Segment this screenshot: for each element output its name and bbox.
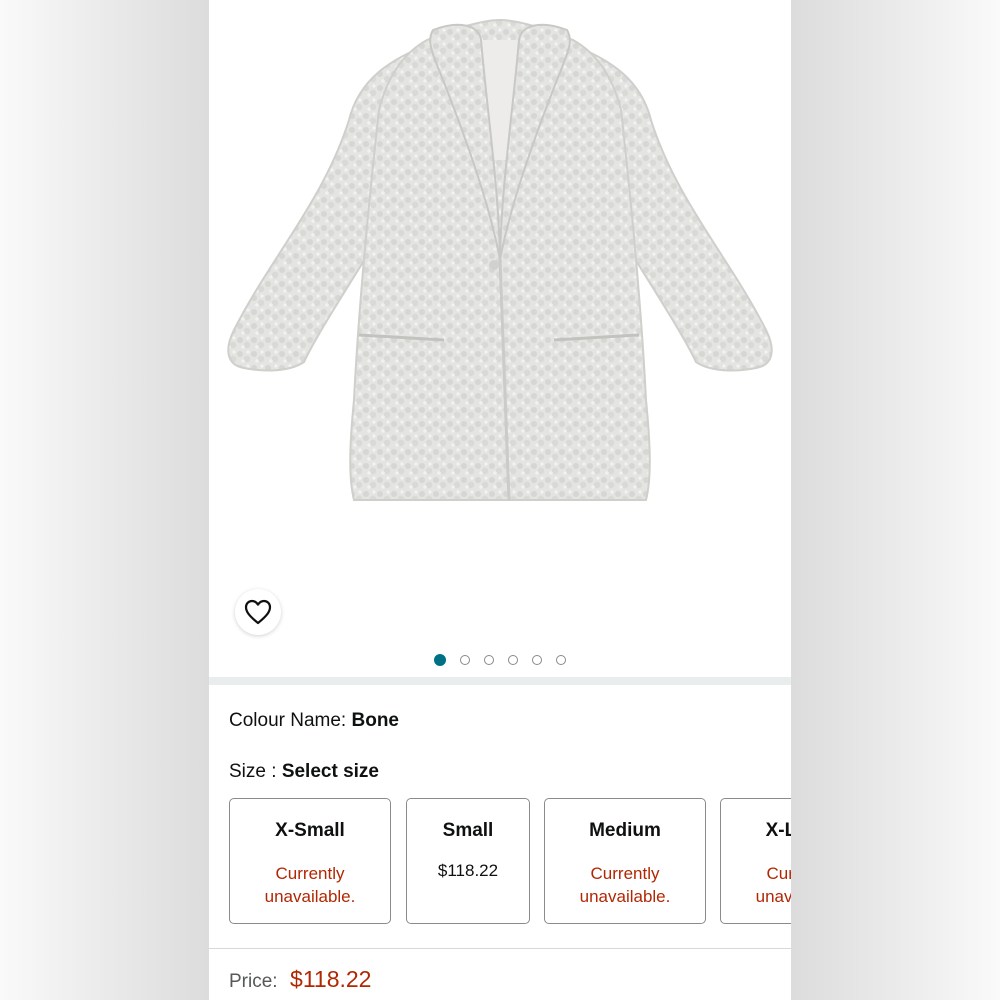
size-row: Size : Select size	[229, 761, 379, 783]
size-option-price: $118.22	[437, 861, 499, 880]
size-option-name: Small	[442, 820, 494, 841]
colour-name-label: Colour Name:	[229, 710, 347, 731]
carousel-dot[interactable]	[556, 655, 566, 665]
price-label: Price:	[229, 971, 278, 992]
size-label: Size :	[229, 761, 277, 782]
carousel-dot[interactable]	[460, 655, 470, 665]
carousel-dot[interactable]	[532, 655, 542, 665]
size-option-name: X-Small	[275, 820, 345, 841]
size-option-name: Medium	[589, 820, 661, 841]
divider-line	[209, 948, 791, 949]
heart-outline-icon	[244, 599, 272, 625]
wishlist-button[interactable]	[235, 589, 281, 635]
size-option-name: X-Large	[765, 820, 791, 841]
colour-name-value: Bone	[351, 710, 400, 731]
carousel-dot[interactable]	[508, 655, 518, 665]
size-option-x-large[interactable]: X-Large Currently unavailable.	[720, 798, 791, 924]
size-option-status: Currently unavailable.	[264, 864, 356, 906]
size-option-medium[interactable]: Medium Currently unavailable.	[544, 798, 706, 924]
size-value: Select size	[281, 761, 379, 782]
carousel-dot[interactable]	[484, 655, 494, 665]
blurred-background-right	[791, 0, 1000, 1000]
section-divider	[209, 677, 791, 685]
size-options: X-Small Currently unavailable. Small $11…	[229, 798, 791, 928]
carousel-dots	[209, 643, 791, 677]
size-option-small[interactable]: Small $118.22	[406, 798, 530, 924]
product-page: Colour Name: Bone Size : Select size X-S…	[209, 0, 791, 1000]
size-option-status: Currently unavailable.	[579, 864, 671, 906]
screenshot-stage: Colour Name: Bone Size : Select size X-S…	[0, 0, 1000, 1000]
size-option-x-small[interactable]: X-Small Currently unavailable.	[229, 798, 391, 924]
product-image-carousel[interactable]	[209, 0, 791, 643]
size-option-status: Currently unavailable.	[755, 864, 791, 906]
carousel-dot[interactable]	[434, 654, 446, 666]
price-row: Price: $118.22	[229, 966, 371, 993]
blurred-background-left	[0, 0, 209, 1000]
colour-name-row: Colour Name: Bone	[229, 710, 399, 732]
price-value: $118.22	[290, 966, 372, 992]
product-image-coat	[227, 18, 773, 501]
